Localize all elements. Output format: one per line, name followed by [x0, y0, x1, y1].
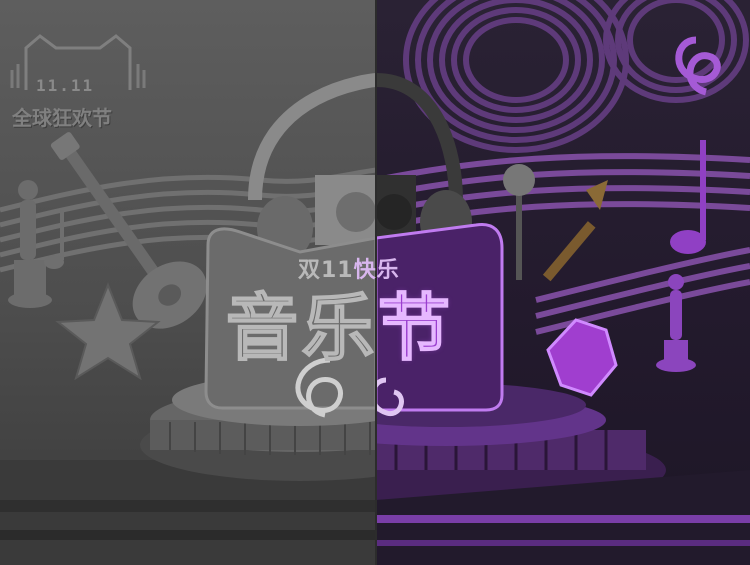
banner-subtitle: 双11快乐	[298, 252, 400, 284]
logo-slogan: 全球狂欢节	[12, 106, 112, 130]
purple-scene-art	[376, 0, 750, 565]
banner-title-char-3: 节	[377, 286, 455, 370]
banner-title: 音乐节	[225, 291, 454, 365]
event-logo: 11.11 全球狂欢节	[8, 30, 148, 130]
poster-scene: 11.11 全球狂欢节 双11快乐 音乐节	[0, 0, 750, 565]
purple-crystal	[546, 318, 618, 397]
banner-title-char-1: 音	[225, 286, 303, 370]
purple-render-half	[376, 0, 750, 565]
banner-subtitle-right: 快乐	[353, 258, 400, 283]
banner-subtitle-left: 双11	[298, 258, 354, 283]
purple-trumpet	[542, 180, 608, 282]
banner-title-char-2: 乐	[301, 286, 379, 370]
purple-microphone	[503, 164, 535, 280]
purple-trophy	[656, 274, 696, 372]
logo-date-mark: 11.11	[36, 76, 95, 95]
logo-cat-outline	[10, 34, 146, 90]
